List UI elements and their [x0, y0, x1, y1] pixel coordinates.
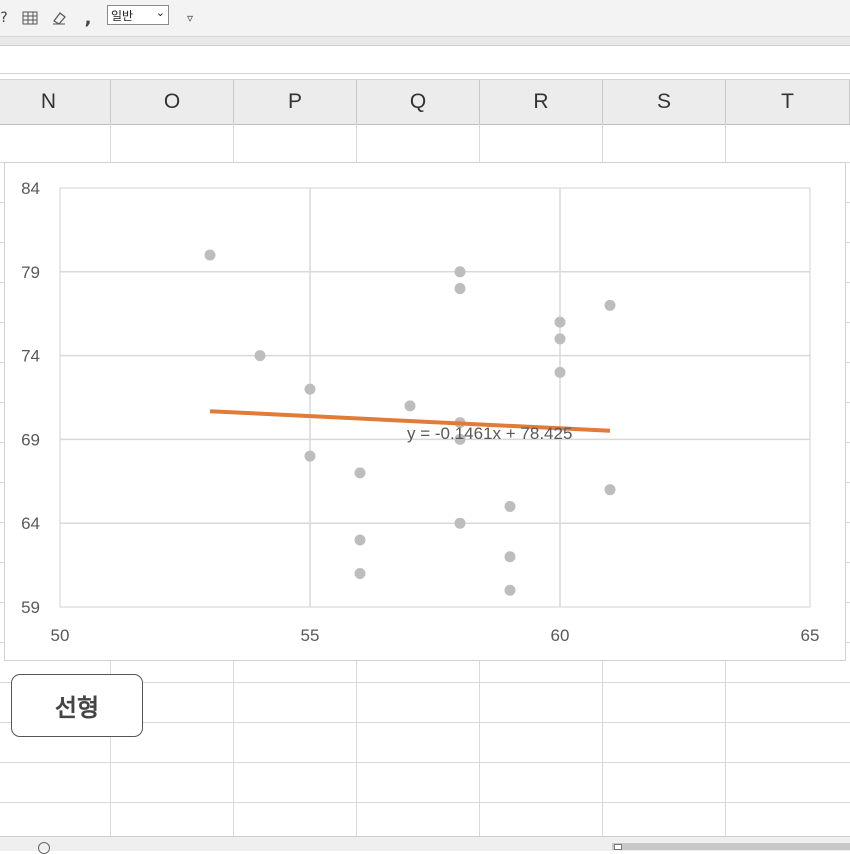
column-header-s[interactable]: S	[603, 80, 726, 124]
eraser-icon[interactable]	[49, 8, 69, 28]
help-icon[interactable]: ?	[0, 8, 14, 28]
column-header-p[interactable]: P	[234, 80, 357, 124]
column-header-q[interactable]: Q	[357, 80, 480, 124]
customize-toolbar-icon[interactable]: ▿	[180, 8, 200, 28]
number-format-value: 일반	[111, 9, 134, 23]
horizontal-scrollbar[interactable]	[612, 843, 850, 850]
scrollbar-thumb[interactable]	[614, 844, 622, 850]
ribbon-separator	[0, 37, 850, 46]
format-table-icon[interactable]	[20, 8, 40, 28]
column-header-n[interactable]: N	[0, 80, 111, 124]
linear-button[interactable]: 선형	[11, 674, 143, 737]
column-header-o[interactable]: O	[111, 80, 234, 124]
chevron-down-icon: ⌄	[155, 6, 165, 19]
column-header-row: N O P Q R S T	[0, 79, 850, 125]
quick-access-toolbar: ? , 일반 ⌄ ▿	[0, 0, 850, 37]
formula-bar[interactable]	[0, 46, 850, 74]
column-header-r[interactable]: R	[480, 80, 603, 124]
comma-style-icon[interactable]: ,	[78, 8, 98, 29]
scatter-chart-frame[interactable]	[4, 162, 846, 661]
accessibility-icon[interactable]	[38, 842, 50, 854]
column-header-t[interactable]: T	[726, 80, 850, 124]
number-format-select[interactable]: 일반 ⌄	[107, 5, 169, 25]
